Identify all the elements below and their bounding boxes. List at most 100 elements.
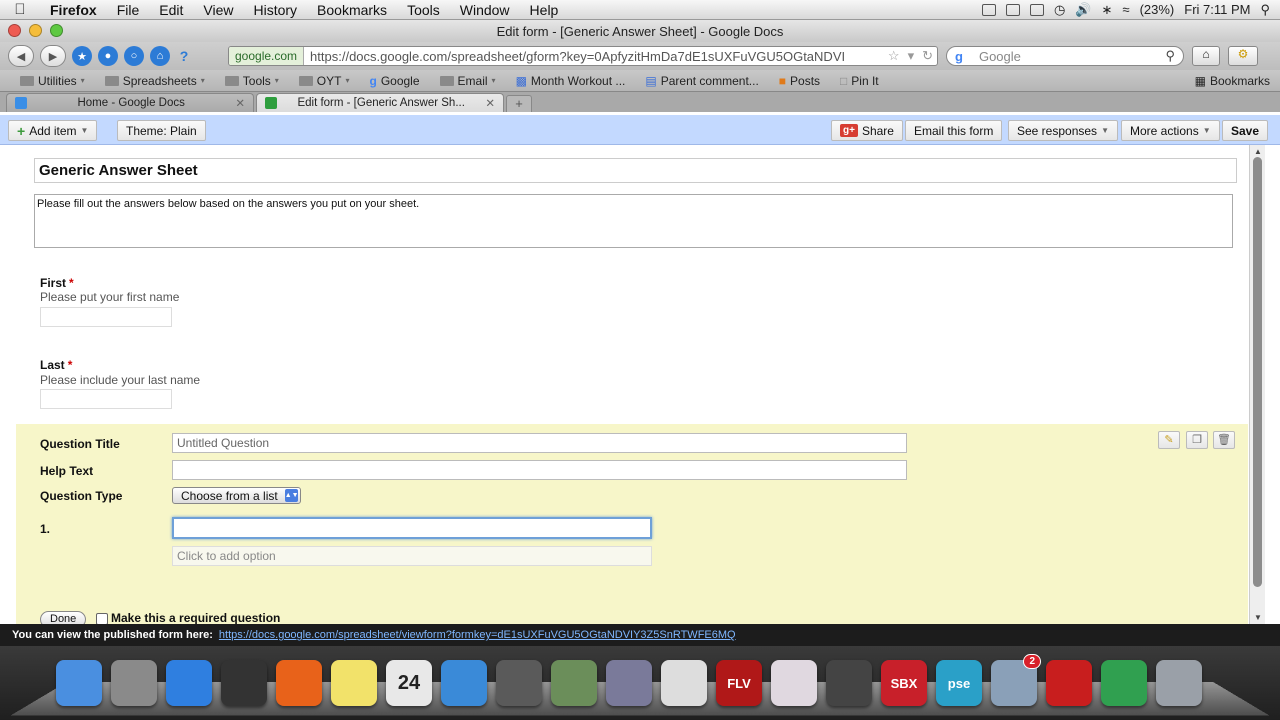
close-window-button[interactable] <box>8 24 21 37</box>
email-form-button[interactable]: Email this form <box>905 120 1003 141</box>
apple-menu-icon[interactable]:  <box>0 1 40 18</box>
back-button[interactable]: ◀ <box>8 45 34 67</box>
zoom-window-button[interactable] <box>50 24 63 37</box>
home-button[interactable]: ⌂ <box>1192 46 1220 66</box>
close-tab-icon[interactable]: ✕ <box>235 96 245 110</box>
bookmark-spreadsheets[interactable]: Spreadsheets ▾ <box>95 74 215 88</box>
dashboard-icon[interactable] <box>221 660 267 706</box>
reload-icon[interactable]: ↻ <box>918 48 937 64</box>
edit-pencil-icon[interactable]: ✎ <box>1158 431 1180 449</box>
help-icon[interactable]: ? <box>176 48 192 64</box>
bookmark-email[interactable]: Email ▾ <box>430 74 506 88</box>
iphoto-icon[interactable] <box>551 660 597 706</box>
screen-recorder-icon[interactable] <box>1005 3 1020 16</box>
required-checkbox[interactable] <box>96 613 108 624</box>
question-type-select[interactable]: Choose from a list ▲▼ <box>172 487 301 504</box>
menu-edit[interactable]: Edit <box>149 2 193 18</box>
question-first-label[interactable]: First * <box>40 276 74 290</box>
published-form-link[interactable]: https://docs.google.com/spreadsheet/view… <box>219 629 736 641</box>
more-actions-button[interactable]: More actions ▼ <box>1121 120 1220 141</box>
search-icon[interactable]: ⚲ <box>1165 48 1175 64</box>
menu-view[interactable]: View <box>193 2 243 18</box>
wifi-icon[interactable]: ≈ <box>1122 2 1129 17</box>
home-addon-icon[interactable]: ⌂ <box>150 46 170 66</box>
bookmark-month-workout[interactable]: ▩ Month Workout ... <box>506 74 636 88</box>
sbx-icon[interactable]: SBX <box>881 660 927 706</box>
bookmark-posts[interactable]: ■ Posts <box>769 74 830 88</box>
bookmark-parent-comment[interactable]: ▤ Parent comment... <box>635 74 768 88</box>
form-title-input[interactable]: Generic Answer Sheet <box>34 158 1237 183</box>
volume-icon[interactable]: 🔊 <box>1075 2 1091 18</box>
save-button[interactable]: Save <box>1222 120 1269 141</box>
pixelmator-icon[interactable] <box>1101 660 1147 706</box>
bluetooth-icon[interactable]: ∗ <box>1102 2 1113 18</box>
question-last-label[interactable]: Last * <box>40 358 72 372</box>
ical-icon[interactable]: 24 <box>386 660 432 706</box>
delete-trash-icon[interactable]: 🗑 <box>1213 431 1235 449</box>
pse-icon[interactable]: pse <box>936 660 982 706</box>
tab-home-google-docs[interactable]: Home - Google Docs ✕ <box>6 93 254 112</box>
menu-window[interactable]: Window <box>450 2 520 18</box>
menu-firefox[interactable]: Firefox <box>40 2 107 18</box>
scroll-up-icon[interactable]: ▲ <box>1254 147 1262 156</box>
menu-history[interactable]: History <box>243 2 307 18</box>
screenflow-icon[interactable] <box>826 660 872 706</box>
menu-file[interactable]: File <box>107 2 150 18</box>
add-option-input[interactable]: Click to add option <box>172 546 652 566</box>
firefox-icon[interactable] <box>276 660 322 706</box>
url-dropdown-icon[interactable]: ▾ <box>904 48 919 64</box>
question-title-input[interactable]: Untitled Question <box>172 433 907 453</box>
system-preferences-icon[interactable] <box>111 660 157 706</box>
theme-button[interactable]: Theme: Plain <box>117 120 206 141</box>
spotlight-icon[interactable]: ⚲ <box>1260 2 1270 18</box>
required-checkbox-label[interactable]: Make this a required question <box>111 611 280 624</box>
menu-help[interactable]: Help <box>520 2 569 18</box>
form-description-input[interactable]: Please fill out the answers below based … <box>34 194 1233 248</box>
minimize-window-button[interactable] <box>29 24 42 37</box>
imovie-icon[interactable] <box>496 660 542 706</box>
flv-player-icon[interactable]: FLV <box>716 660 762 706</box>
menu-bookmarks[interactable]: Bookmarks <box>307 2 397 18</box>
site-identity-badge[interactable]: google.com <box>229 47 305 65</box>
share-button[interactable]: g+ Share <box>831 120 903 141</box>
bookmark-google[interactable]: g Google <box>359 74 429 88</box>
bookmark-utilities[interactable]: Utilities ▾ <box>10 74 95 88</box>
extension-icon[interactable]: ⚙ <box>1228 46 1258 66</box>
scrivener-icon[interactable] <box>661 660 707 706</box>
time-machine-icon[interactable]: ◷ <box>1054 2 1065 18</box>
dropbox-icon[interactable] <box>1029 3 1044 16</box>
scroll-down-icon[interactable]: ▼ <box>1254 613 1262 622</box>
bookmark-oyt[interactable]: OYT ▾ <box>289 74 360 88</box>
finder-icon[interactable] <box>56 660 102 706</box>
search-engine-icon[interactable]: g <box>955 49 963 64</box>
addon-circle-icon[interactable]: ● <box>98 46 118 66</box>
stickies-icon[interactable] <box>331 660 377 706</box>
acrobat-icon[interactable] <box>1046 660 1092 706</box>
addon-star-icon[interactable]: ★ <box>72 46 92 66</box>
new-tab-button[interactable]: + <box>506 95 532 112</box>
app-store-icon[interactable] <box>166 660 212 706</box>
aperture-icon[interactable] <box>606 660 652 706</box>
mail-icon[interactable]: 2 <box>991 654 1041 706</box>
battery-status[interactable]: (23%) <box>1140 2 1175 17</box>
option-1-input[interactable] <box>172 517 652 539</box>
bookmarks-menu[interactable]: ▦ Bookmarks <box>1185 74 1280 88</box>
itunes-icon[interactable] <box>441 660 487 706</box>
add-item-button[interactable]: + Add item ▼ <box>8 120 98 141</box>
bookmark-pin-it[interactable]: □ Pin It <box>830 74 889 88</box>
help-text-input[interactable] <box>172 460 907 480</box>
scrollbar-thumb[interactable] <box>1253 157 1262 587</box>
question-last-input[interactable] <box>40 389 172 409</box>
done-button[interactable]: Done <box>40 611 87 624</box>
question-first-input[interactable] <box>40 307 172 327</box>
page-scrollbar[interactable]: ▲ ▼ <box>1249 145 1265 624</box>
bookmark-tools[interactable]: Tools ▾ <box>215 74 289 88</box>
close-tab-icon[interactable]: ✕ <box>485 96 495 110</box>
bookmark-star-icon[interactable]: ☆ <box>884 48 904 64</box>
clock[interactable]: Fri 7:11 PM <box>1184 2 1250 17</box>
trash-icon[interactable] <box>1156 660 1202 706</box>
search-bar[interactable]: g Google ⚲ <box>946 46 1184 66</box>
tab-edit-form[interactable]: Edit form - [Generic Answer Sh... ✕ <box>256 93 504 112</box>
evernote-icon[interactable] <box>981 3 996 16</box>
usb-drive-icon[interactable] <box>771 660 817 706</box>
